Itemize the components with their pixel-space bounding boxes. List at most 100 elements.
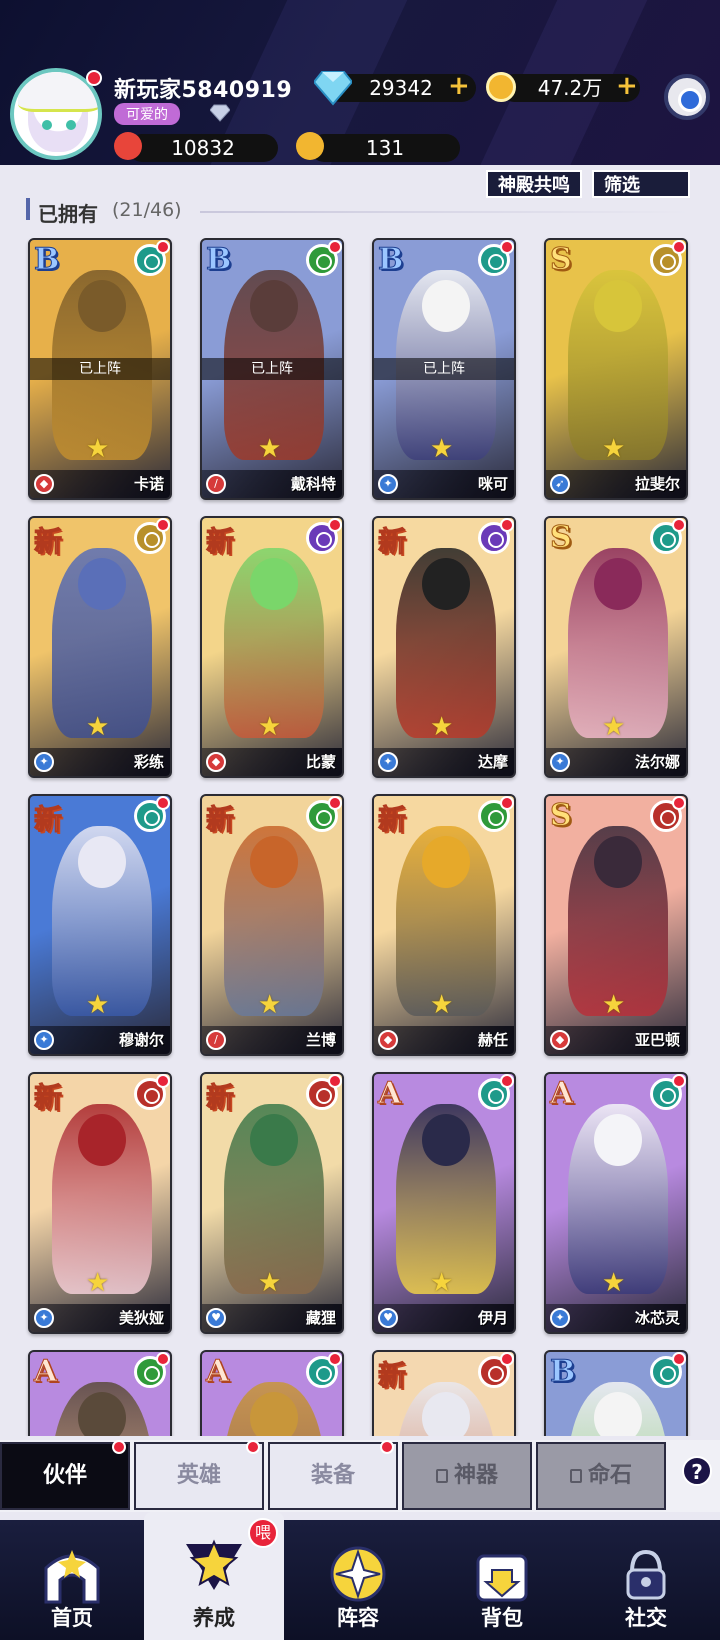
add-diamond-button[interactable]: + <box>448 72 470 100</box>
tab-artifacts[interactable]: 神器 <box>402 1442 532 1510</box>
card-name: 兰博 <box>305 1031 336 1049</box>
owned-label: 已拥有 <box>38 202 98 226</box>
star-rating-icon: ★ <box>602 1268 626 1298</box>
grade-badge: S <box>550 798 573 834</box>
staff-icon: ✦ <box>550 752 570 772</box>
shield-icon: ◆ <box>378 1030 398 1050</box>
grade-badge: B <box>377 242 404 278</box>
tab-partners[interactable]: 伙伴 <box>0 1440 130 1510</box>
character-head <box>250 280 298 332</box>
avatar-eye <box>42 120 52 130</box>
star-rating-icon: ★ <box>430 1268 454 1298</box>
player-title-badge[interactable]: 可爱的 <box>114 103 180 125</box>
deployed-label: 已上阵 <box>374 358 514 380</box>
card-name: 冰芯灵 <box>634 1309 680 1327</box>
staff-icon: ✦ <box>34 752 54 772</box>
character-head <box>78 836 126 888</box>
partner-card[interactable]: A ★ ✦ 冰芯灵 <box>544 1072 688 1334</box>
tab-equipment[interactable]: 装备 <box>268 1440 398 1510</box>
star-rating-icon: ★ <box>430 712 454 742</box>
partner-card[interactable]: 新 ★ ◆ 比蒙 <box>200 516 344 778</box>
character-head <box>594 558 642 610</box>
nav-develop[interactable]: 喂 养成 <box>144 1512 284 1640</box>
grade-badge: 新 <box>205 525 235 559</box>
notification-dot <box>328 240 342 254</box>
lock-icon <box>435 1469 448 1483</box>
partner-card[interactable]: B 已上阵 ★ / 戴科特 <box>200 238 344 500</box>
partner-card[interactable]: S ★ ➹ 拉斐尔 <box>544 238 688 500</box>
avatar-eye <box>66 120 76 130</box>
grade-badge: A <box>33 1354 58 1390</box>
partner-card[interactable]: A ★ ♥ 伊月 <box>372 1072 516 1334</box>
notification-dot <box>500 240 514 254</box>
card-name: 卡诺 <box>133 475 164 493</box>
nav-label: 社交 <box>625 1606 667 1630</box>
bottom-navigation: 首页 喂 养成 阵容 背包 社交 <box>0 1512 720 1640</box>
grade-badge: 新 <box>377 803 407 837</box>
bag-icon <box>476 1554 528 1602</box>
tab-label: 装备 <box>310 1463 355 1488</box>
power-value: 10832 <box>171 136 235 160</box>
notification-dot <box>500 1352 514 1366</box>
nav-bag[interactable]: 背包 <box>432 1520 572 1640</box>
star-rating-icon: ★ <box>86 712 110 742</box>
partner-card[interactable]: 新 ★ ♥ 藏狸 <box>200 1072 344 1334</box>
notification-dot <box>672 1074 686 1088</box>
staff-icon: ✦ <box>34 1030 54 1050</box>
star-value: 131 <box>365 136 405 160</box>
card-name: 比蒙 <box>305 753 336 771</box>
partner-card[interactable]: 新 ★ ✦ 美狄娅 <box>28 1072 172 1334</box>
grade-badge: B <box>549 1354 576 1390</box>
partner-card[interactable]: 新 ★ / 兰博 <box>200 794 344 1056</box>
notification-dot <box>328 1074 342 1088</box>
partner-card[interactable]: 新 ★ ✦ 穆谢尔 <box>28 794 172 1056</box>
character-head <box>422 1392 470 1436</box>
card-name: 拉斐尔 <box>634 475 680 493</box>
partner-card[interactable]: 新 ★ ✦ 达摩 <box>372 516 516 778</box>
diamond-icon <box>314 71 352 106</box>
grade-badge: S <box>550 242 573 278</box>
power-counter: 10832 <box>128 134 278 162</box>
nav-social[interactable]: 社交 <box>576 1520 716 1640</box>
nav-lineup[interactable]: 阵容 <box>288 1520 428 1640</box>
partner-card[interactable]: 新 ★ ◆ 赫任 <box>372 794 516 1056</box>
star-icon <box>186 1539 242 1590</box>
partner-card[interactable]: 新 ★ ✦ 彩练 <box>28 516 172 778</box>
settings-gear-icon[interactable] <box>664 74 710 120</box>
shield-icon: ◆ <box>206 752 226 772</box>
notification-dot <box>156 796 170 810</box>
help-icon[interactable]: ? <box>682 1456 712 1486</box>
staff-icon: ✦ <box>34 1308 54 1328</box>
partner-card[interactable]: 新 <box>372 1350 516 1436</box>
nav-home[interactable]: 首页 <box>2 1520 142 1640</box>
star-counter: 131 <box>310 134 460 162</box>
character-head <box>422 558 470 610</box>
partner-card[interactable]: B 已上阵 ★ ◆ 卡诺 <box>28 238 172 500</box>
partner-card[interactable]: S ★ ◆ 亚巴顿 <box>544 794 688 1056</box>
grade-badge: B <box>205 242 232 278</box>
card-name: 达摩 <box>477 753 508 771</box>
star-rating-icon: ★ <box>602 434 626 464</box>
filter-button[interactable]: 筛选 <box>592 170 690 198</box>
tab-heroes[interactable]: 英雄 <box>134 1440 264 1510</box>
notification-dot <box>672 518 686 532</box>
partner-card[interactable]: B 已上阵 ★ ✦ 咪可 <box>372 238 516 500</box>
character-head <box>78 1392 126 1436</box>
card-name: 穆谢尔 <box>118 1031 164 1049</box>
notification-dot <box>156 240 170 254</box>
partner-card[interactable]: B <box>544 1350 688 1436</box>
grade-badge: B <box>33 242 60 278</box>
gold-value: 47.2万 <box>537 76 603 100</box>
tab-fate-stones[interactable]: 命石 <box>536 1442 666 1510</box>
partner-card[interactable]: A <box>200 1350 344 1436</box>
star-rating-icon: ★ <box>258 434 282 464</box>
temple-resonance-button[interactable]: 神殿共鸣 <box>486 170 582 198</box>
notification-dot <box>112 1440 126 1454</box>
add-gold-button[interactable]: + <box>616 72 638 100</box>
nav-label: 阵容 <box>337 1606 379 1630</box>
partner-card[interactable]: A <box>28 1350 172 1436</box>
partner-card[interactable]: S ★ ✦ 法尔娜 <box>544 516 688 778</box>
staff-icon: ✦ <box>378 474 398 494</box>
nav-label: 养成 <box>193 1606 235 1630</box>
notification-dot <box>246 1440 260 1454</box>
